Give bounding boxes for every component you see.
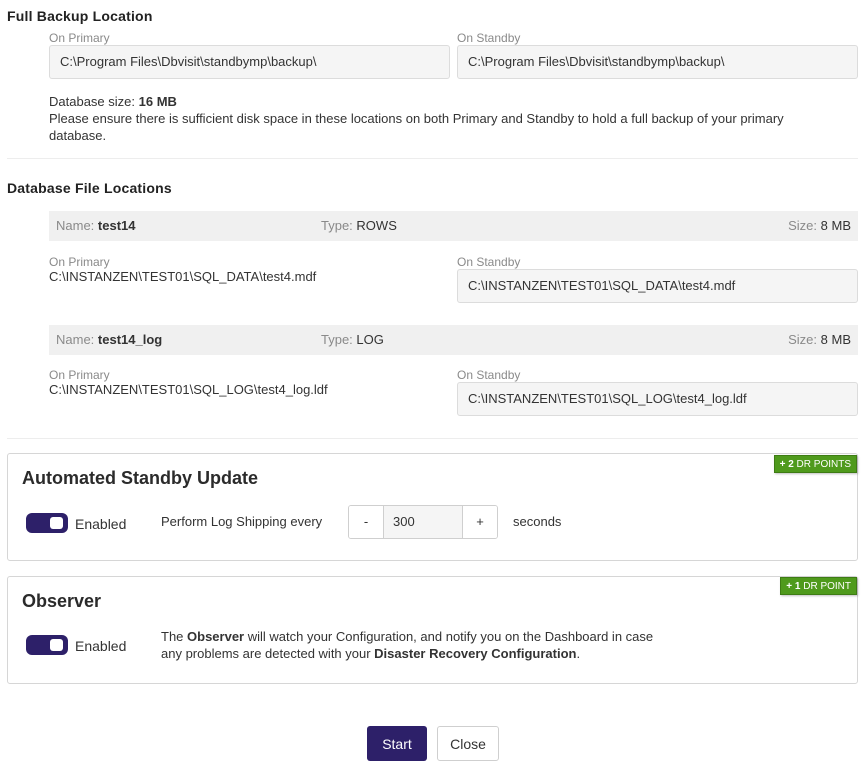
file-info-bar: Name: test14 Type: ROWS Size: 8 MB	[49, 211, 858, 241]
file1-primary-label: On Primary	[49, 255, 110, 269]
file1-standby-label: On Standby	[457, 255, 521, 269]
start-button[interactable]: Start	[367, 726, 427, 761]
increment-button[interactable]: +	[463, 506, 497, 538]
interval-stepper: - 300 +	[348, 505, 498, 539]
database-size: Database size: 16 MB	[49, 94, 177, 109]
seconds-label: seconds	[513, 514, 562, 529]
auto-update-toggle[interactable]	[26, 513, 68, 533]
file1-standby-path-field[interactable]: C:\INSTANZEN\TEST01\SQL_DATA\test4.mdf	[457, 269, 858, 303]
file2-standby-path-field[interactable]: C:\INSTANZEN\TEST01\SQL_LOG\test4_log.ld…	[457, 382, 858, 416]
file2-primary-label: On Primary	[49, 368, 110, 382]
db-files-title: Database File Locations	[7, 180, 172, 196]
observer-title: Observer	[22, 591, 102, 611]
observer-toggle[interactable]	[26, 635, 68, 655]
file-type: Type: ROWS	[321, 218, 397, 233]
file-size: Size: 8 MB	[788, 332, 851, 347]
file2-primary-path: C:\INSTANZEN\TEST01\SQL_LOG\test4_log.ld…	[49, 382, 328, 397]
divider	[7, 438, 858, 439]
toggle-knob	[50, 639, 63, 651]
file-name: Name: test14	[56, 218, 136, 233]
auto-update-enabled-label: Enabled	[75, 516, 127, 532]
automated-standby-update-title: Automated Standby Update	[22, 468, 259, 488]
dr-points-badge: + 2 DR POINTS	[773, 455, 857, 473]
disk-space-note-line2: database.	[49, 128, 107, 143]
observer-enabled-label: Enabled	[75, 638, 127, 654]
decrement-button[interactable]: -	[349, 506, 383, 538]
toggle-knob	[50, 517, 63, 529]
file-size: Size: 8 MB	[788, 218, 851, 233]
interval-input[interactable]: 300	[383, 506, 463, 538]
dr-point-badge: + 1 DR POINT	[780, 577, 857, 595]
disk-space-note-line1: Please ensure there is sufficient disk s…	[49, 111, 784, 126]
observer-description: The Observer will watch your Configurati…	[161, 629, 654, 661]
backup-primary-label: On Primary	[49, 31, 110, 45]
divider	[7, 158, 858, 159]
backup-standby-path-field[interactable]: C:\Program Files\Dbvisit\standbymp\backu…	[457, 45, 858, 79]
backup-standby-label: On Standby	[457, 31, 521, 45]
automated-standby-update-card: + 2 DR POINTS Automated Standby Update E…	[7, 453, 858, 561]
close-button[interactable]: Close	[437, 726, 499, 761]
full-backup-title: Full Backup Location	[7, 8, 153, 24]
file-name: Name: test14_log	[56, 332, 163, 347]
file1-primary-path: C:\INSTANZEN\TEST01\SQL_DATA\test4.mdf	[49, 269, 317, 284]
backup-primary-path-field[interactable]: C:\Program Files\Dbvisit\standbymp\backu…	[49, 45, 450, 79]
database-size-label: Database size:	[49, 94, 135, 109]
log-shipping-label: Perform Log Shipping every	[161, 514, 323, 529]
database-size-value: 16 MB	[138, 94, 177, 109]
file2-standby-label: On Standby	[457, 368, 521, 382]
file-type: Type: LOG	[321, 332, 384, 347]
file-info-bar: Name: test14_log Type: LOG Size: 8 MB	[49, 325, 858, 355]
